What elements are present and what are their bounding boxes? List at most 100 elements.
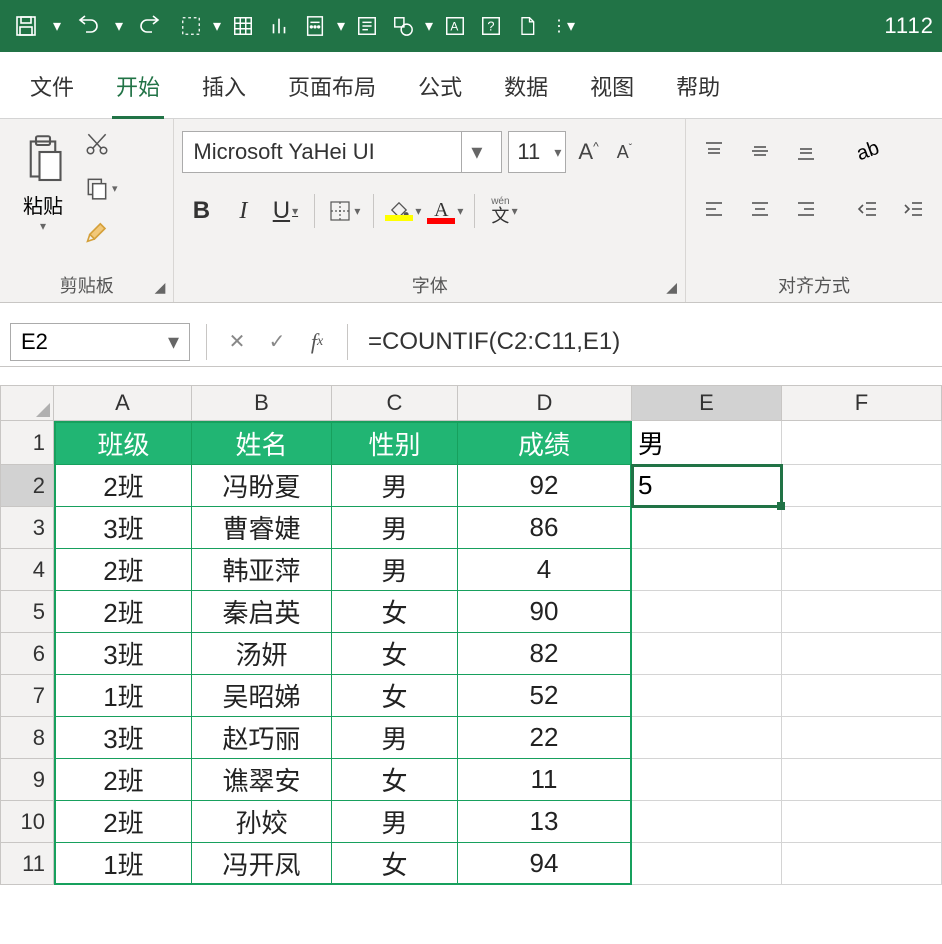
row-header-2[interactable]: 2: [0, 465, 54, 507]
cell-B2[interactable]: 冯盼夏: [192, 465, 332, 507]
decrease-indent-button[interactable]: [848, 189, 888, 229]
row-header-1[interactable]: 1: [0, 421, 54, 465]
cell-F10[interactable]: [782, 801, 942, 843]
cell-E5[interactable]: [632, 591, 782, 633]
tab-layout[interactable]: 页面布局: [284, 64, 380, 118]
increase-indent-button[interactable]: [894, 189, 934, 229]
col-header-E[interactable]: E: [632, 385, 782, 421]
shapes-icon[interactable]: [386, 8, 420, 44]
form-icon[interactable]: [350, 8, 384, 44]
cell-D3[interactable]: 86: [458, 507, 632, 549]
row-header-7[interactable]: 7: [0, 675, 54, 717]
cell-E9[interactable]: [632, 759, 782, 801]
col-header-F[interactable]: F: [782, 385, 942, 421]
paste-button[interactable]: 粘贴 ▾: [8, 123, 78, 243]
chart-icon[interactable]: [262, 8, 296, 44]
table-icon[interactable]: [226, 8, 260, 44]
cell-A3[interactable]: 3班: [54, 507, 192, 549]
cell-B9[interactable]: 谯翠安: [192, 759, 332, 801]
cell-B3[interactable]: 曹睿婕: [192, 507, 332, 549]
cell-D7[interactable]: 52: [458, 675, 632, 717]
font-size-select[interactable]: 11 ▾: [508, 131, 566, 173]
cell-A9[interactable]: 2班: [54, 759, 192, 801]
cell-F11[interactable]: [782, 843, 942, 885]
formula-accept-button[interactable]: ✓: [257, 329, 297, 354]
tab-view[interactable]: 视图: [586, 64, 638, 118]
tab-formulas[interactable]: 公式: [414, 64, 466, 118]
cell-A11[interactable]: 1班: [54, 843, 192, 885]
cell-C11[interactable]: 女: [332, 843, 458, 885]
calc-dropdown-icon[interactable]: ▾: [334, 16, 348, 36]
copy-button[interactable]: ▾: [84, 173, 136, 203]
fill-color-button[interactable]: ▾: [384, 191, 422, 231]
border-dropdown-icon[interactable]: ▾: [210, 16, 224, 36]
cell-B6[interactable]: 汤妍: [192, 633, 332, 675]
cell-F7[interactable]: [782, 675, 942, 717]
row-header-8[interactable]: 8: [0, 717, 54, 759]
cell-C5[interactable]: 女: [332, 591, 458, 633]
tab-help[interactable]: 帮助: [672, 64, 724, 118]
border-draw-icon[interactable]: [174, 8, 208, 44]
cell-A2[interactable]: 2班: [54, 465, 192, 507]
row-header-5[interactable]: 5: [0, 591, 54, 633]
cell-C6[interactable]: 女: [332, 633, 458, 675]
font-name-select[interactable]: Microsoft YaHei UI ▾: [182, 131, 502, 173]
cell-D5[interactable]: 90: [458, 591, 632, 633]
cell-F8[interactable]: [782, 717, 942, 759]
align-left-button[interactable]: [694, 189, 734, 229]
cell-E8[interactable]: [632, 717, 782, 759]
row-header-9[interactable]: 9: [0, 759, 54, 801]
bold-button[interactable]: B: [182, 191, 220, 231]
cell-E11[interactable]: [632, 843, 782, 885]
row-header-4[interactable]: 4: [0, 549, 54, 591]
save-dropdown-icon[interactable]: ▾: [50, 16, 64, 36]
cell-E7[interactable]: [632, 675, 782, 717]
font-color-button[interactable]: A ▾: [426, 191, 464, 231]
cell-A7[interactable]: 1班: [54, 675, 192, 717]
cell-A6[interactable]: 3班: [54, 633, 192, 675]
cell-A8[interactable]: 3班: [54, 717, 192, 759]
orientation-button[interactable]: ab: [848, 131, 888, 171]
cell-A10[interactable]: 2班: [54, 801, 192, 843]
cell-F3[interactable]: [782, 507, 942, 549]
document-icon[interactable]: [510, 8, 544, 44]
formula-input[interactable]: =COUNTIF(C2:C11,E1): [358, 328, 942, 356]
cell-F6[interactable]: [782, 633, 942, 675]
cell-E10[interactable]: [632, 801, 782, 843]
chevron-down-icon[interactable]: ▾: [461, 132, 491, 172]
chevron-down-icon[interactable]: ▾: [168, 329, 179, 355]
cell-D10[interactable]: 13: [458, 801, 632, 843]
cell-F5[interactable]: [782, 591, 942, 633]
cell-F4[interactable]: [782, 549, 942, 591]
cell-B4[interactable]: 韩亚萍: [192, 549, 332, 591]
shapes-dropdown-icon[interactable]: ▾: [422, 16, 436, 36]
clipboard-launcher-icon[interactable]: ◢: [155, 279, 166, 296]
phonetic-guide-button[interactable]: wén 文 ▾: [485, 191, 523, 231]
cell-B11[interactable]: 冯开凤: [192, 843, 332, 885]
qat-customize-icon[interactable]: ⋮▾: [546, 8, 580, 44]
cell-A1[interactable]: 班级: [54, 421, 192, 465]
spreadsheet-grid[interactable]: A B C D E F 1 班级 姓名 性别 成绩 男 2 2班 冯盼夏 男 9…: [0, 385, 942, 885]
cell-B5[interactable]: 秦启英: [192, 591, 332, 633]
tab-insert[interactable]: 插入: [198, 64, 250, 118]
align-top-button[interactable]: [694, 131, 734, 171]
cell-E2[interactable]: 5: [632, 465, 782, 507]
cell-E1[interactable]: 男: [632, 421, 782, 465]
undo-icon[interactable]: [66, 8, 110, 44]
underline-button[interactable]: U▾: [266, 191, 304, 231]
align-center-button[interactable]: [740, 189, 780, 229]
tab-data[interactable]: 数据: [500, 64, 552, 118]
grow-font-button[interactable]: A^: [572, 139, 604, 165]
cell-A4[interactable]: 2班: [54, 549, 192, 591]
align-bottom-button[interactable]: [786, 131, 826, 171]
cell-B7[interactable]: 吴昭娣: [192, 675, 332, 717]
cell-D11[interactable]: 94: [458, 843, 632, 885]
cell-D2[interactable]: 92: [458, 465, 632, 507]
textbox-icon[interactable]: A: [438, 8, 472, 44]
cell-A5[interactable]: 2班: [54, 591, 192, 633]
shrink-font-button[interactable]: Aˇ: [611, 142, 638, 163]
cell-C1[interactable]: 性别: [332, 421, 458, 465]
formula-cancel-button[interactable]: ✕: [217, 329, 257, 354]
name-box[interactable]: E2 ▾: [10, 323, 190, 361]
cell-C8[interactable]: 男: [332, 717, 458, 759]
